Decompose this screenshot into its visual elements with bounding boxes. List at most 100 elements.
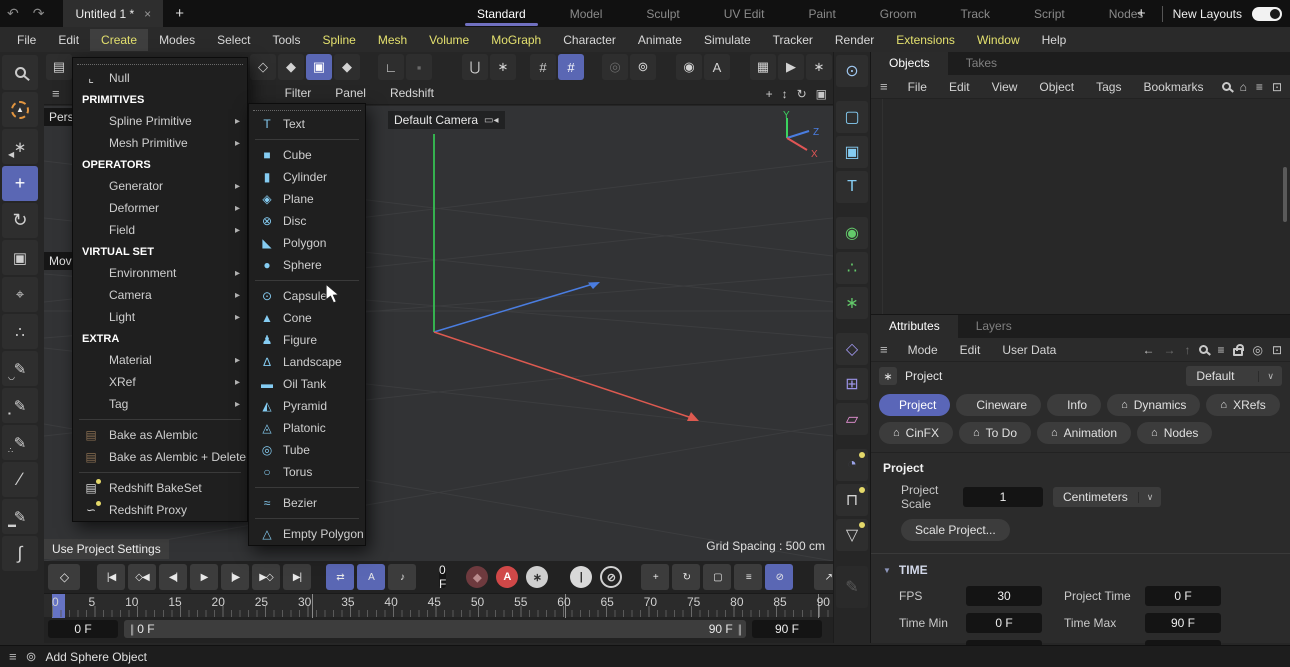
tool-button[interactable]: ⌖ xyxy=(2,277,38,312)
mesh-submenu-entry[interactable] xyxy=(249,135,365,144)
palette-button[interactable]: ◇ xyxy=(836,333,868,365)
create-menu-entry[interactable]: Tag ▸ xyxy=(73,393,247,415)
attribute-tab-chip[interactable]: ⌂ Animation xyxy=(1037,422,1131,444)
viewport-burger-icon[interactable]: ≡ xyxy=(44,86,68,101)
create-menu-entry[interactable]: Spline Primitive ▸ xyxy=(73,110,247,132)
new-layouts-toggle[interactable] xyxy=(1252,7,1282,21)
mesh-submenu-entry[interactable]: ○ Torus xyxy=(249,461,365,483)
attribute-tab-chip[interactable]: Info xyxy=(1047,394,1101,416)
attribute-tab-chip[interactable]: ⌂ CinFX xyxy=(879,422,953,444)
status-burger-icon[interactable]: ≡ xyxy=(9,649,17,664)
camera-control-icon[interactable]: ↻ xyxy=(797,87,807,101)
toolbar-button[interactable]: ▣ xyxy=(306,54,332,80)
palette-button[interactable]: T xyxy=(836,171,868,203)
layout-tab[interactable]: Model xyxy=(548,0,625,27)
collapse-triangle-icon[interactable]: ▼ xyxy=(883,566,891,575)
mesh-submenu-entry[interactable] xyxy=(249,276,365,285)
attribute-tab-chip[interactable]: Cineware xyxy=(956,394,1041,416)
attributes-menu-item[interactable]: User Data xyxy=(991,340,1067,360)
attribute-tab-chip[interactable]: ⌂ To Do xyxy=(959,422,1031,444)
mesh-submenu-entry[interactable]: ◬ Platonic xyxy=(249,417,365,439)
tool-button[interactable]: + xyxy=(2,166,38,201)
mesh-submenu-entry[interactable]: △ Empty Polygon xyxy=(249,523,365,545)
menu-item[interactable]: Create xyxy=(90,29,148,51)
mesh-submenu-entry[interactable]: ◣ Polygon xyxy=(249,232,365,254)
create-menu-entry[interactable]: Field ▸ xyxy=(73,219,247,241)
create-menu-entry[interactable] xyxy=(73,415,247,424)
create-menu-entry[interactable]: ∽ Redshift Proxy xyxy=(73,499,247,521)
toolbar-button[interactable]: ⋃ xyxy=(462,54,488,80)
unit-dropdown[interactable]: Centimeters ∨ xyxy=(1053,487,1161,507)
toolbar-button[interactable]: ⊚ xyxy=(630,54,656,80)
toolbar-button[interactable]: # xyxy=(530,54,556,80)
record-button[interactable]: ∗ xyxy=(526,566,548,588)
toolbar-button[interactable]: ◆ xyxy=(334,54,360,80)
chevron-down-icon[interactable]: ∨ xyxy=(1138,492,1162,503)
toolbar-button[interactable]: ◉ xyxy=(676,54,702,80)
toolbar-button[interactable]: ∗ xyxy=(490,54,516,80)
filter-icon[interactable]: ≡ xyxy=(1256,80,1263,94)
menu-item[interactable]: Mesh xyxy=(367,29,418,51)
mesh-submenu-entry[interactable] xyxy=(249,483,365,492)
menu-item[interactable]: MoGraph xyxy=(480,29,552,51)
timeline-ruler[interactable]: 051015202530354045505560657075808590 xyxy=(44,593,833,617)
add-layout-button[interactable]: + xyxy=(1131,5,1152,22)
record-button[interactable]: A xyxy=(496,566,518,588)
lock-icon[interactable] xyxy=(1233,348,1243,356)
record-button[interactable]: ◆ xyxy=(466,566,488,588)
menu-item[interactable]: Animate xyxy=(627,29,693,51)
mesh-submenu-entry[interactable]: ▲ Cone xyxy=(249,307,365,329)
menu-item[interactable]: Spline xyxy=(311,29,366,51)
layout-tab[interactable]: UV Edit xyxy=(702,0,787,27)
playback-toggle[interactable]: ⇄ xyxy=(326,564,354,590)
tool-button[interactable]: ∫ xyxy=(2,536,38,571)
search-icon[interactable] xyxy=(1222,82,1231,91)
layout-tab[interactable]: Paint xyxy=(786,0,857,27)
objects-menu-item[interactable]: Tags xyxy=(1085,77,1132,97)
field-value[interactable]: 90 F xyxy=(1145,613,1221,633)
objects-menu-item[interactable]: Bookmarks xyxy=(1132,77,1214,97)
menu-item[interactable]: Edit xyxy=(47,29,90,51)
forward-icon[interactable]: → xyxy=(1163,343,1175,357)
palette-button[interactable]: ⊞ xyxy=(836,368,868,400)
back-icon[interactable]: ← xyxy=(1142,343,1154,357)
objects-menu-item[interactable]: Edit xyxy=(938,77,981,97)
toolbar-button[interactable]: ▪ xyxy=(406,54,432,80)
mesh-submenu-entry[interactable]: ▬ Oil Tank xyxy=(249,373,365,395)
palette-button[interactable]: ∴ xyxy=(836,252,868,284)
palette-button[interactable]: ⊙ xyxy=(836,55,868,87)
toolbar-button[interactable]: # xyxy=(558,54,584,80)
create-menu-entry[interactable]: ▤ Bake as Alembic + Delete xyxy=(73,446,247,468)
create-menu-entry[interactable]: OPERATORS xyxy=(73,154,247,175)
menu-item[interactable]: Tools xyxy=(261,29,311,51)
menu-item[interactable]: Character xyxy=(552,29,627,51)
field-value[interactable]: 0 F xyxy=(966,613,1042,633)
create-menu-entry[interactable]: Material ▸ xyxy=(73,349,247,371)
tear-off-handle[interactable] xyxy=(77,58,243,65)
tool-button[interactable]: ↻ xyxy=(2,203,38,238)
toolbar-button[interactable]: A xyxy=(704,54,730,80)
mesh-submenu-entry[interactable]: ◭ Pyramid xyxy=(249,395,365,417)
create-menu-entry[interactable]: Camera ▸ xyxy=(73,284,247,306)
attributes-menu-item[interactable]: Edit xyxy=(949,340,992,360)
tool-button[interactable]: ∴ xyxy=(2,314,38,349)
scrollbar-thumb[interactable] xyxy=(1283,167,1287,222)
search-icon[interactable] xyxy=(1199,345,1208,354)
playback-button[interactable]: ▶◇ xyxy=(252,564,280,590)
mesh-submenu-entry[interactable]: ● Sphere xyxy=(249,254,365,276)
toolbar-button[interactable]: ▤ xyxy=(46,54,72,80)
camera-control-icon[interactable]: ↕ xyxy=(782,87,788,101)
preview-range-slider[interactable]: || 0 F 90 F || xyxy=(124,620,746,638)
layout-tab[interactable]: Groom xyxy=(858,0,939,27)
tool-button[interactable] xyxy=(2,55,38,90)
mesh-submenu-entry[interactable]: ⊗ Disc xyxy=(249,210,365,232)
key-toggle[interactable]: + xyxy=(641,564,669,590)
field-value[interactable]: 30 xyxy=(966,586,1042,606)
toolbar-button[interactable]: ◆ xyxy=(278,54,304,80)
toolbar-button[interactable]: ◇ xyxy=(250,54,276,80)
record-button[interactable]: ⊘ xyxy=(600,566,622,588)
tool-button[interactable]: ✎ ◡ xyxy=(2,351,38,386)
tool-button[interactable]: ▣ xyxy=(2,240,38,275)
viewport-menu-item[interactable]: Filter xyxy=(273,83,324,103)
menu-item[interactable]: Tracker xyxy=(762,29,824,51)
